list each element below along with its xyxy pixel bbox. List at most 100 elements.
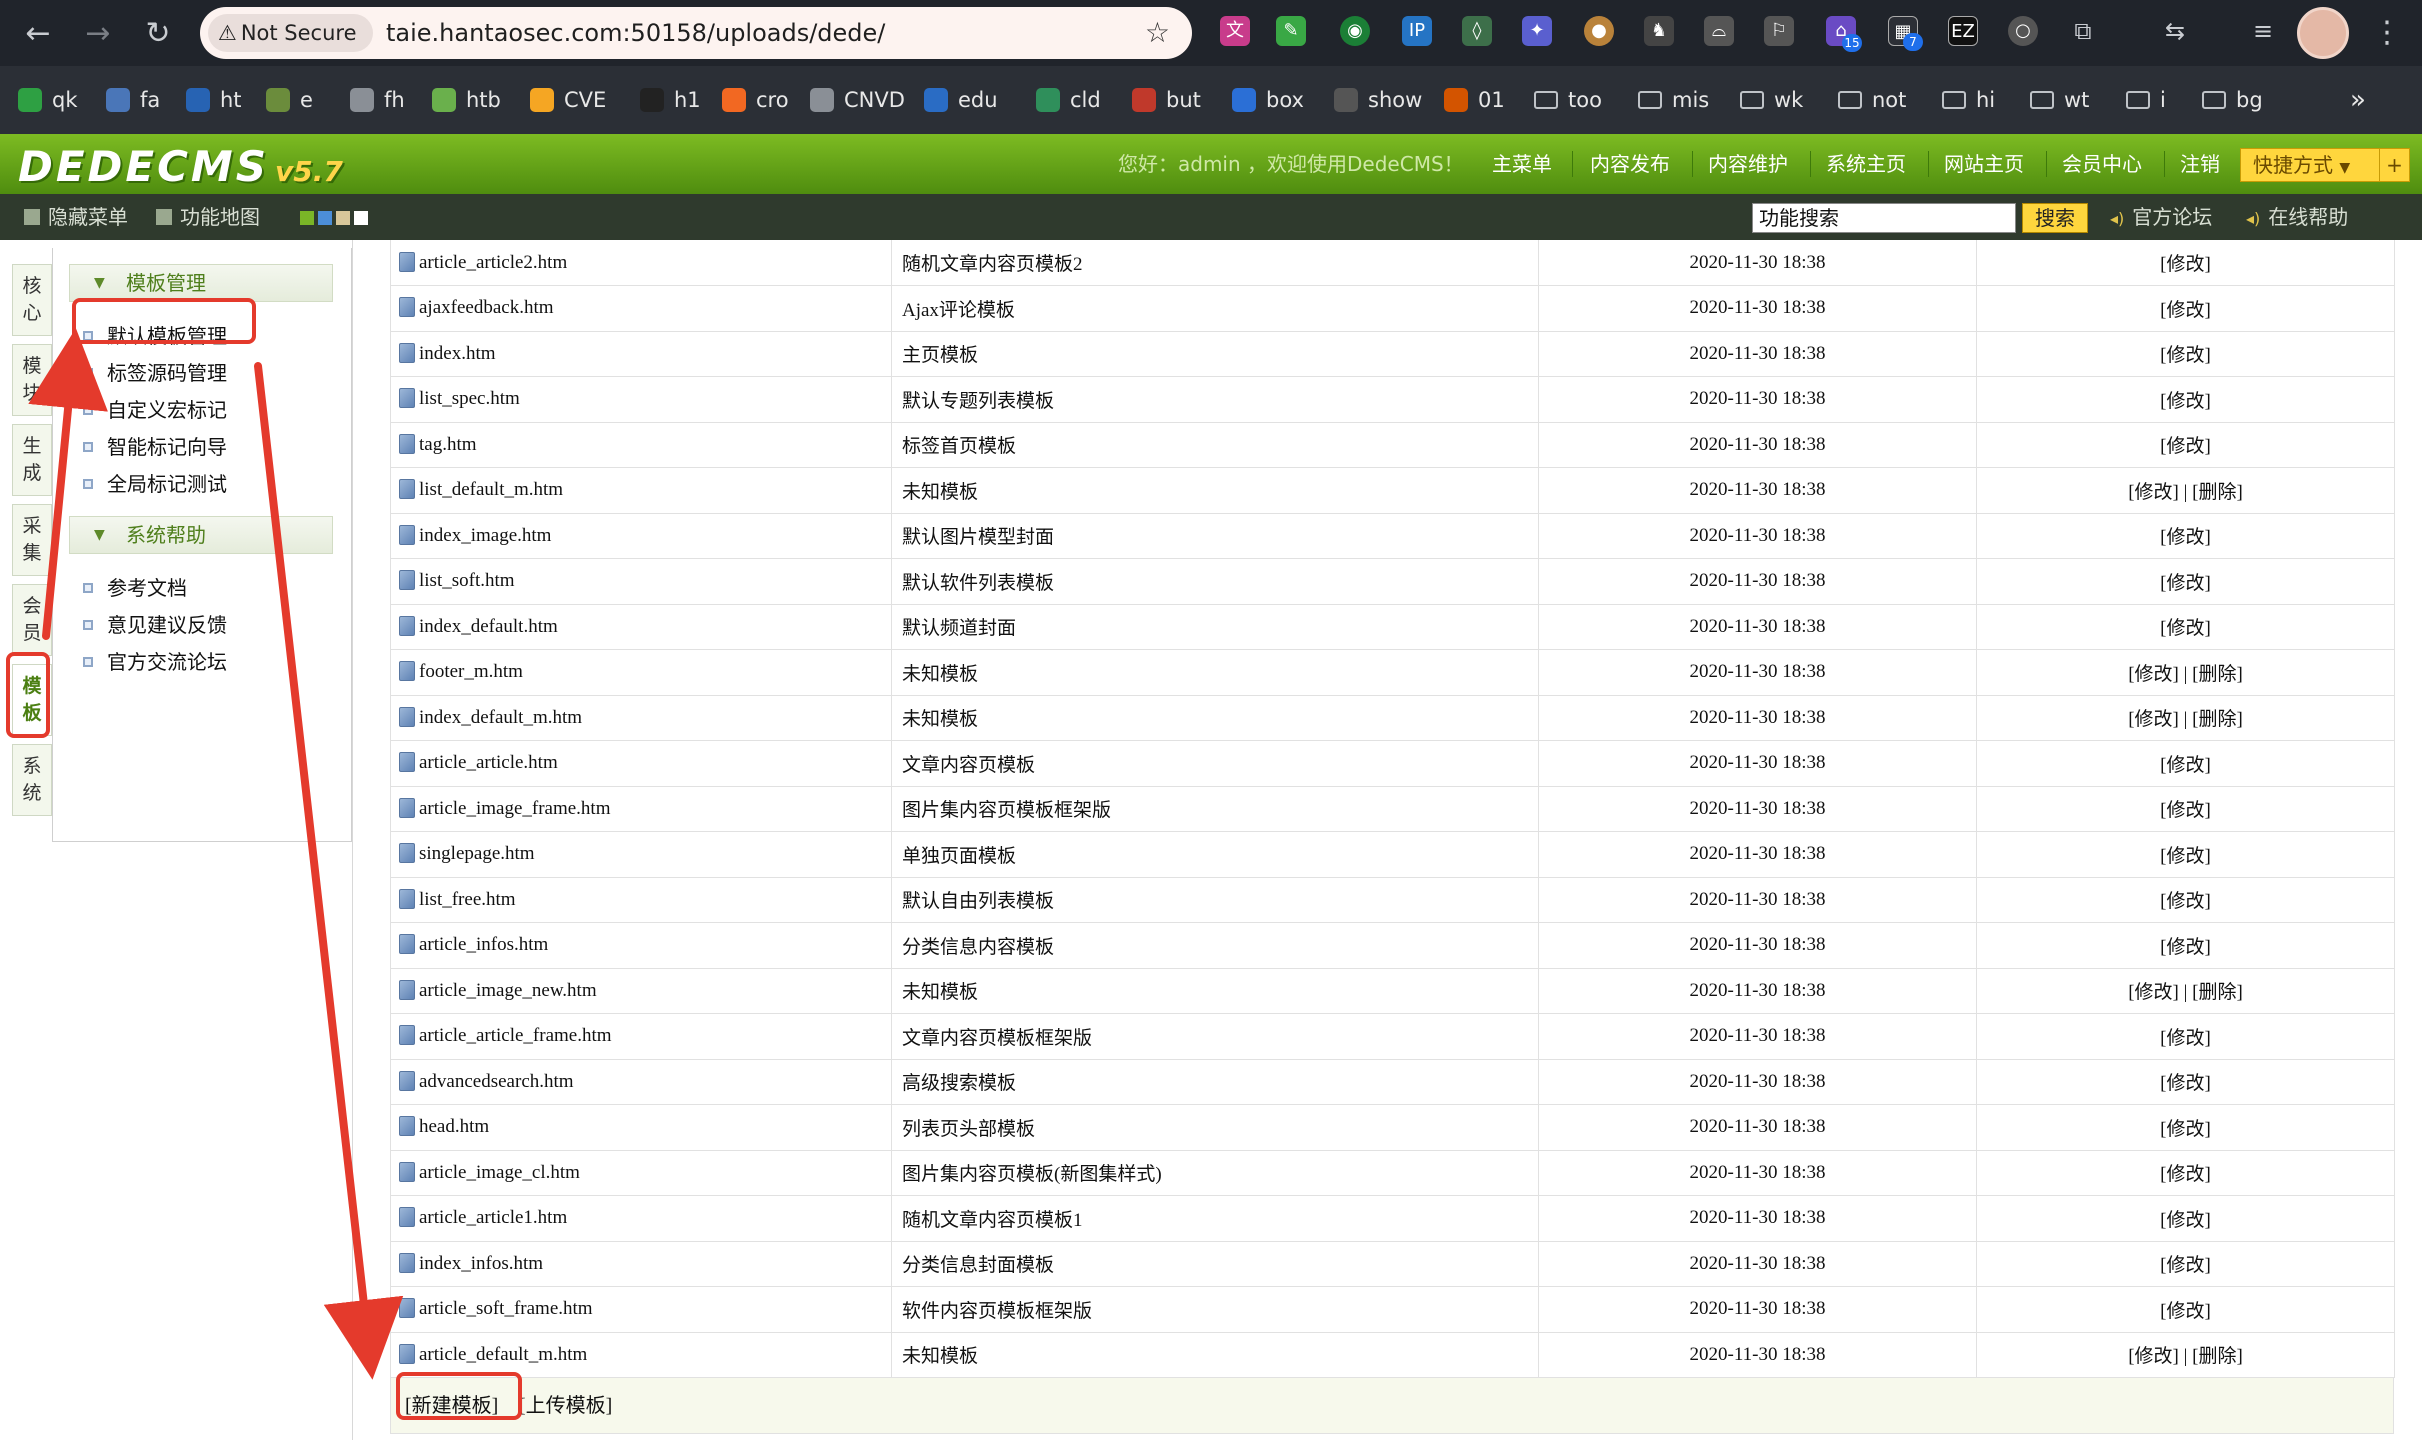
bookmark-fa[interactable]: fa bbox=[106, 66, 160, 134]
file-name[interactable]: list_default_m.htm bbox=[419, 479, 563, 500]
spy-extension-icon[interactable]: ♞ bbox=[1644, 16, 1674, 46]
forward-arrow-icon[interactable]: → bbox=[78, 14, 118, 54]
bookmark-show[interactable]: show bbox=[1334, 66, 1422, 134]
action-links[interactable]: [修改] bbox=[1976, 558, 2395, 605]
bookmark-cro[interactable]: cro bbox=[722, 66, 789, 134]
file-name[interactable]: article_article.htm bbox=[419, 752, 558, 773]
search-button[interactable]: 搜索 bbox=[2022, 203, 2088, 233]
file-cell[interactable]: article_soft_frame.htm bbox=[390, 1286, 892, 1333]
file-name[interactable]: article_image_cl.htm bbox=[419, 1162, 580, 1183]
official-forum-link[interactable]: ◂) 官方论坛 bbox=[2110, 194, 2212, 240]
file-cell[interactable]: singlepage.htm bbox=[390, 831, 892, 878]
action-links[interactable]: [修改] bbox=[1976, 285, 2395, 332]
circle-extension-icon[interactable]: ◉ bbox=[1340, 16, 1370, 46]
file-cell[interactable]: index_image.htm bbox=[390, 513, 892, 559]
bookmark-not[interactable]: not bbox=[1838, 66, 1906, 134]
file-cell[interactable]: head.htm bbox=[390, 1104, 892, 1151]
new-template-link[interactable]: [新建模板] bbox=[405, 1378, 498, 1434]
ip-extension-icon[interactable]: IP bbox=[1402, 16, 1432, 46]
security-indicator[interactable]: ⚠ Not Secure bbox=[208, 14, 373, 52]
bottle-extension-icon[interactable]: ◊ bbox=[1462, 16, 1492, 46]
action-links[interactable]: [修改] bbox=[1976, 786, 2395, 832]
file-name[interactable]: article_image_new.htm bbox=[419, 980, 597, 1001]
file-name[interactable]: index_image.htm bbox=[419, 525, 551, 546]
file-name[interactable]: article_soft_frame.htm bbox=[419, 1298, 593, 1319]
bookmark-h1[interactable]: h1 bbox=[640, 66, 701, 134]
file-name[interactable]: index_default.htm bbox=[419, 616, 558, 637]
address-bar[interactable]: ⚠ Not Secure taie.hantaosec.com:50158/upl… bbox=[200, 7, 1192, 59]
file-name[interactable]: list_spec.htm bbox=[419, 388, 520, 409]
hat-extension-icon[interactable]: ⌓ bbox=[1704, 16, 1734, 46]
action-links[interactable]: [修改] bbox=[1976, 513, 2395, 559]
grey-circle-extension-icon[interactable]: ○ bbox=[2008, 16, 2038, 46]
ez-extension-icon[interactable]: EZ bbox=[1948, 16, 1978, 46]
action-links[interactable]: [修改] bbox=[1976, 604, 2395, 650]
file-cell[interactable]: article_image_frame.htm bbox=[390, 786, 892, 832]
function-search-input[interactable]: 功能搜索 bbox=[1752, 203, 2016, 233]
leaf-extension-icon[interactable]: ✎ bbox=[1276, 16, 1306, 46]
file-cell[interactable]: advancedsearch.htm bbox=[390, 1059, 892, 1105]
file-cell[interactable]: list_free.htm bbox=[390, 877, 892, 923]
menu-main[interactable]: 主菜单 bbox=[1492, 134, 1552, 194]
file-cell[interactable]: index_infos.htm bbox=[390, 1241, 892, 1287]
menu-feedback[interactable]: 意见建议反馈 bbox=[83, 607, 227, 643]
menu-maintain[interactable]: 内容维护 bbox=[1708, 134, 1788, 194]
file-cell[interactable]: article_image_new.htm bbox=[390, 968, 892, 1014]
file-name[interactable]: footer_m.htm bbox=[419, 661, 523, 682]
file-name[interactable]: list_soft.htm bbox=[419, 570, 515, 591]
bookmark-star-icon[interactable]: ☆ bbox=[1145, 7, 1170, 59]
profile-avatar[interactable] bbox=[2297, 7, 2349, 59]
bookmark-too[interactable]: too bbox=[1534, 66, 1602, 134]
upload-template-link[interactable]: [上传模板] bbox=[519, 1378, 612, 1434]
file-name[interactable]: article_article_frame.htm bbox=[419, 1025, 612, 1046]
bookmark-e[interactable]: e bbox=[266, 66, 313, 134]
file-name[interactable]: advancedsearch.htm bbox=[419, 1071, 574, 1092]
reload-icon[interactable]: ↻ bbox=[138, 14, 178, 54]
action-links[interactable]: [修改] bbox=[1976, 1241, 2395, 1287]
file-cell[interactable]: footer_m.htm bbox=[390, 649, 892, 696]
action-links[interactable]: [修改] bbox=[1976, 1059, 2395, 1105]
file-cell[interactable]: article_default_m.htm bbox=[390, 1332, 892, 1378]
white-skin-icon[interactable] bbox=[354, 211, 368, 225]
menu-default-templates[interactable]: 默认模板管理 bbox=[83, 318, 227, 354]
file-name[interactable]: index_infos.htm bbox=[419, 1253, 543, 1274]
bookmark-wk[interactable]: wk bbox=[1740, 66, 1803, 134]
vtab-5[interactable]: 模 板 bbox=[12, 664, 52, 736]
action-links[interactable]: [修改] bbox=[1976, 1195, 2395, 1242]
cookie-extension-icon[interactable]: ● bbox=[1584, 16, 1614, 46]
hide-menu-link[interactable]: 隐藏菜单 bbox=[24, 194, 128, 240]
menu-tag-wizard[interactable]: 智能标记向导 bbox=[83, 429, 227, 465]
wappalyzer-extension-icon[interactable]: ⌂ 15 bbox=[1826, 16, 1862, 52]
puzzle-color-extension-icon[interactable]: ✦ bbox=[1522, 16, 1552, 46]
menu-reference-docs[interactable]: 参考文档 bbox=[83, 570, 187, 606]
bookmark-ht[interactable]: ht bbox=[186, 66, 242, 134]
blue-skin-icon[interactable] bbox=[318, 211, 332, 225]
action-links[interactable]: [修改] bbox=[1976, 422, 2395, 468]
bookmark-cve[interactable]: CVE bbox=[530, 66, 606, 134]
file-name[interactable]: article_default_m.htm bbox=[419, 1344, 587, 1365]
file-cell[interactable]: article_infos.htm bbox=[390, 922, 892, 969]
bookmark-fh[interactable]: fh bbox=[350, 66, 405, 134]
vtab-0[interactable]: 核 心 bbox=[12, 264, 52, 336]
menu-publish[interactable]: 内容发布 bbox=[1590, 134, 1670, 194]
file-cell[interactable]: article_article1.htm bbox=[390, 1195, 892, 1242]
extensions-puzzle-icon[interactable]: ⧉ bbox=[2068, 16, 2098, 46]
section-template-management[interactable]: ▼ 模板管理 bbox=[69, 264, 333, 302]
bookmark-qk[interactable]: qk bbox=[18, 66, 78, 134]
bookmark-bg[interactable]: bg bbox=[2202, 66, 2263, 134]
action-links[interactable]: [修改] | [删除] bbox=[1976, 649, 2395, 696]
file-cell[interactable]: index_default_m.htm bbox=[390, 695, 892, 741]
action-links[interactable]: [修改] | [删除] bbox=[1976, 968, 2395, 1014]
function-map-link[interactable]: 功能地图 bbox=[156, 194, 260, 240]
green-skin-icon[interactable] bbox=[300, 211, 314, 225]
menu-official-forum[interactable]: 官方交流论坛 bbox=[83, 644, 227, 680]
translate-extension-icon[interactable]: 文 bbox=[1220, 16, 1250, 46]
bookmark-01[interactable]: 01 bbox=[1444, 66, 1505, 134]
action-links[interactable]: [修改] | [删除] bbox=[1976, 1332, 2395, 1378]
file-name[interactable]: singlepage.htm bbox=[419, 843, 535, 864]
bookmark-but[interactable]: but bbox=[1132, 66, 1201, 134]
file-name[interactable]: article_article2.htm bbox=[419, 252, 567, 273]
file-name[interactable]: article_article1.htm bbox=[419, 1207, 567, 1228]
vtab-2[interactable]: 生 成 bbox=[12, 424, 52, 496]
bookmark-cnvd[interactable]: CNVD bbox=[810, 66, 905, 134]
